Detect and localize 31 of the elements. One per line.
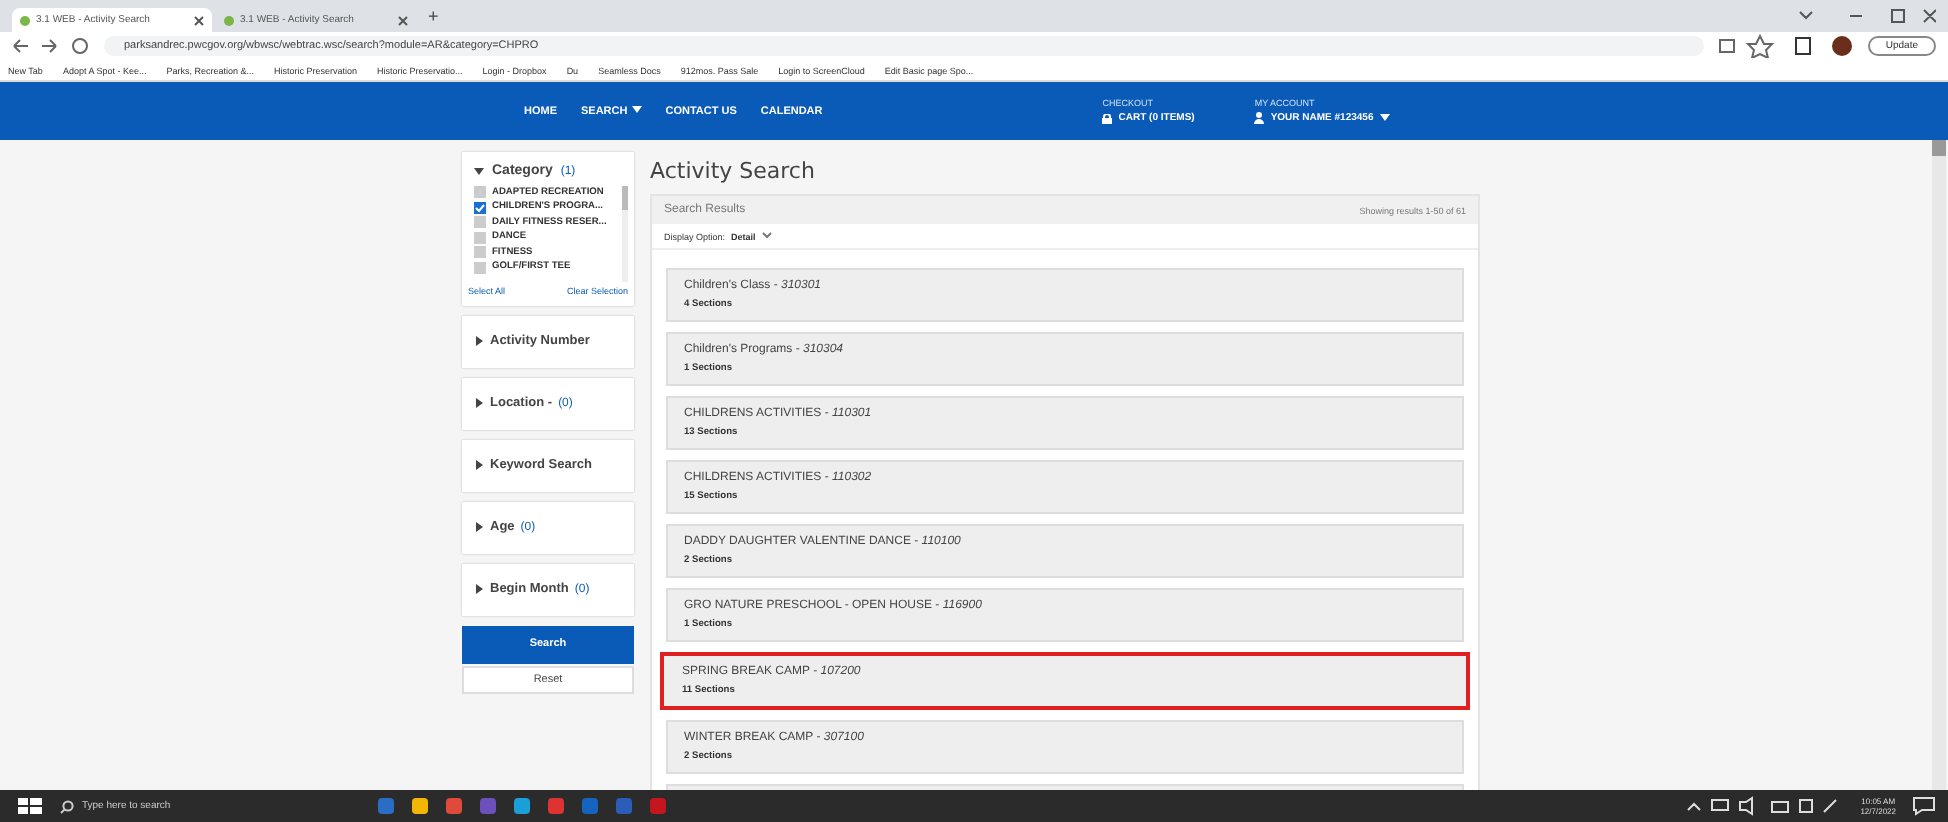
scrollbar[interactable] <box>1932 140 1946 790</box>
browser-toolbar-icon[interactable] <box>1715 34 1856 58</box>
triangle-icon[interactable] <box>474 398 484 408</box>
lock-icon <box>1102 113 1113 123</box>
app-icon[interactable] <box>412 798 428 814</box>
checkbox[interactable] <box>474 231 486 243</box>
triangle-icon[interactable] <box>474 460 484 470</box>
app-icon[interactable] <box>514 798 530 814</box>
page-title: Activity Search <box>650 158 817 184</box>
checkbox[interactable] <box>474 201 486 213</box>
app-icon[interactable] <box>446 798 462 814</box>
triangle-icon[interactable] <box>474 584 484 594</box>
person-icon <box>1254 112 1265 124</box>
window-controls-icon[interactable] <box>1796 6 1936 26</box>
triangle-icon[interactable] <box>474 336 484 346</box>
checkbox[interactable] <box>474 246 486 258</box>
checkbox[interactable] <box>474 186 486 198</box>
notification-icon[interactable] <box>1912 796 1936 816</box>
triangle-icon[interactable] <box>474 522 484 532</box>
close-icon[interactable] <box>398 15 408 25</box>
checkbox[interactable] <box>474 261 486 273</box>
app-icon[interactable] <box>548 798 564 814</box>
triangle-icon[interactable] <box>474 166 484 176</box>
windows-icon[interactable] <box>16 796 44 816</box>
chevron-icon[interactable] <box>761 232 772 240</box>
close-icon[interactable] <box>194 15 204 25</box>
checkbox[interactable] <box>474 216 486 228</box>
navigation-icon[interactable] <box>12 36 92 56</box>
new-tab-button[interactable]: + <box>420 6 447 26</box>
caret-icon <box>1379 114 1390 122</box>
search-icon[interactable] <box>60 799 74 813</box>
